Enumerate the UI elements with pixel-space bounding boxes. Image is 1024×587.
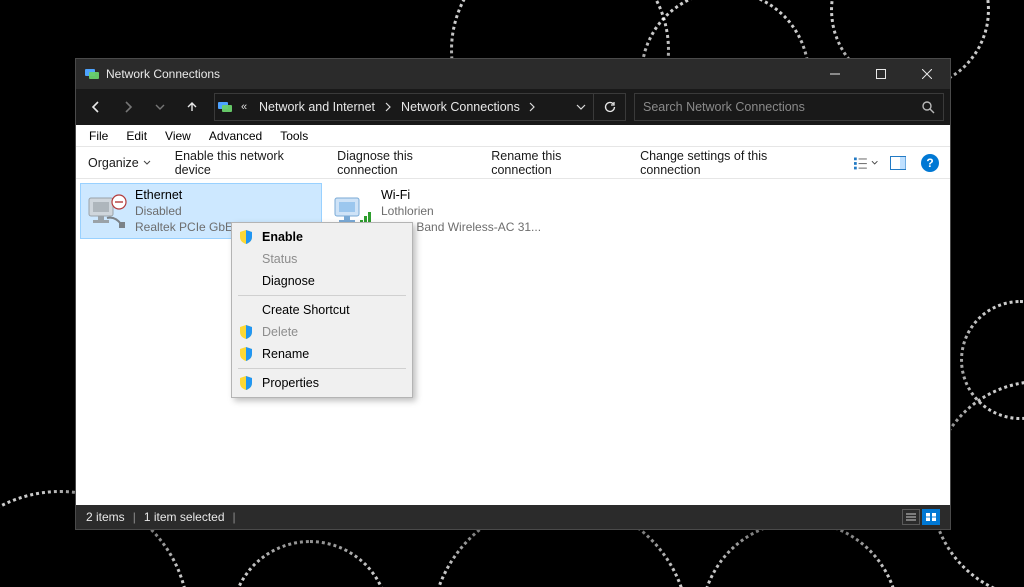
status-selected-count: 1 item selected [144,510,225,524]
context-menu: Enable Status Diagnose Create Shortcut D… [231,222,413,398]
network-connections-icon [84,66,100,82]
cmd-enable-device[interactable]: Enable this network device [171,151,317,175]
up-button[interactable] [178,93,206,121]
ethernet-disabled-icon [85,190,127,232]
forward-button[interactable] [114,93,142,121]
close-button[interactable] [904,59,950,89]
menu-file[interactable]: File [80,125,117,146]
ctx-create-shortcut-label: Create Shortcut [262,303,350,317]
cmd-help[interactable]: ? [918,151,942,175]
content-area[interactable]: Ethernet Disabled Realtek PCIe GbE [76,179,950,505]
breadcrumb-icon [215,93,235,121]
shield-icon [238,375,254,391]
cmd-view-options[interactable] [854,151,878,175]
navigation-bar: « Network and Internet Network Connectio… [76,89,950,125]
recent-locations-button[interactable] [146,93,174,121]
ctx-enable[interactable]: Enable [234,226,410,248]
connection-name: Ethernet [135,187,317,203]
cmd-preview-pane[interactable] [886,151,910,175]
command-bar: Organize Enable this network device Diag… [76,147,950,179]
ctx-status: Status [234,248,410,270]
minimize-button[interactable] [812,59,858,89]
chevron-down-icon [871,160,878,166]
view-mode-toggle [902,509,940,525]
back-button[interactable] [82,93,110,121]
menu-bar: File Edit View Advanced Tools [76,125,950,147]
menu-tools[interactable]: Tools [271,125,317,146]
refresh-button[interactable] [593,93,625,121]
ctx-separator [238,295,406,296]
ctx-delete-label: Delete [262,325,298,339]
breadcrumb-seg-network-connections[interactable]: Network Connections [395,93,526,121]
connection-status: Lothlorien [381,203,563,219]
chevron-down-icon [143,160,151,166]
shield-icon [238,346,254,362]
menu-view[interactable]: View [156,125,200,146]
status-bar: 2 items | 1 item selected | [76,505,950,529]
menu-edit[interactable]: Edit [117,125,156,146]
chevron-right-icon[interactable] [526,93,540,121]
ctx-status-label: Status [262,252,297,266]
cmd-rename[interactable]: Rename this connection [487,151,620,175]
view-icons-button[interactable] [922,509,940,525]
status-item-count: 2 items [86,510,125,524]
cmd-organize[interactable]: Organize [84,151,155,175]
ctx-diagnose-label: Diagnose [262,274,315,288]
title-bar[interactable]: Network Connections [76,59,950,89]
cmd-change-settings[interactable]: Change settings of this connection [636,151,822,175]
ctx-create-shortcut[interactable]: Create Shortcut [234,299,410,321]
ctx-diagnose[interactable]: Diagnose [234,270,410,292]
ctx-rename-label: Rename [262,347,309,361]
breadcrumb-overflow[interactable]: « [235,93,253,121]
shield-icon [238,229,254,245]
ctx-properties-label: Properties [262,376,319,390]
ctx-enable-label: Enable [262,230,303,244]
search-input[interactable] [635,94,913,120]
ctx-separator [238,368,406,369]
search-icon[interactable] [913,93,943,121]
shield-icon [238,324,254,340]
chevron-right-icon[interactable] [381,93,395,121]
breadcrumb-dropdown[interactable] [569,93,593,121]
ctx-delete: Delete [234,321,410,343]
ctx-properties[interactable]: Properties [234,372,410,394]
maximize-button[interactable] [858,59,904,89]
cmd-diagnose[interactable]: Diagnose this connection [333,151,471,175]
search-box[interactable] [634,93,944,121]
ctx-rename[interactable]: Rename [234,343,410,365]
menu-advanced[interactable]: Advanced [200,125,271,146]
breadcrumb-bar[interactable]: « Network and Internet Network Connectio… [214,93,626,121]
connection-status: Disabled [135,203,317,219]
window-title: Network Connections [106,67,220,81]
connection-name: Wi-Fi [381,187,563,203]
breadcrumb-seg-network-and-internet[interactable]: Network and Internet [253,93,381,121]
view-details-button[interactable] [902,509,920,525]
help-icon: ? [921,154,939,172]
connection-list: Ethernet Disabled Realtek PCIe GbE [76,179,950,243]
network-connections-window: Network Connections [75,58,951,530]
cmd-organize-label: Organize [88,156,139,170]
